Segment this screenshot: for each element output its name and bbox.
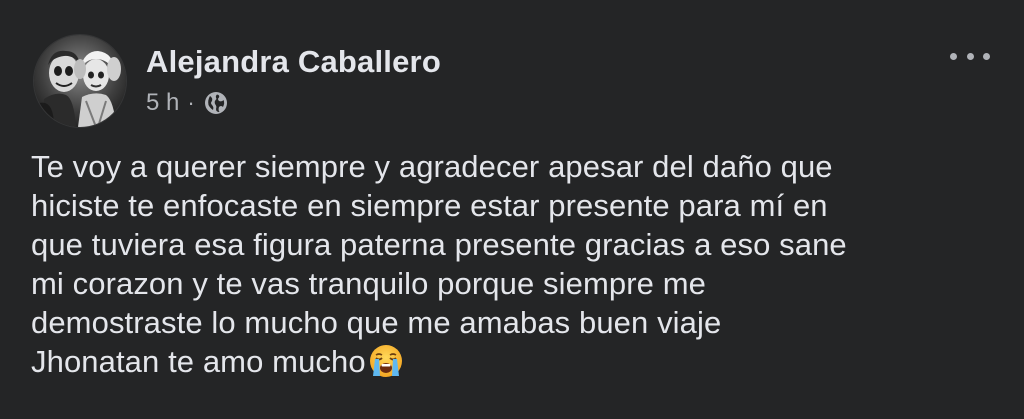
message-line: Te voy a querer siempre y agradecer apes… [31, 149, 833, 184]
post-meta: 5 h · [146, 88, 228, 118]
message-line: que tuviera esa figura paterna presente … [31, 227, 847, 262]
loudly-crying-face-emoji [368, 343, 404, 379]
profile-avatar[interactable] [34, 35, 126, 127]
message-line: demostraste lo mucho que me amabas buen … [31, 305, 722, 340]
message-line: hiciste te enfocaste en siempre estar pr… [31, 188, 828, 223]
more-options-icon[interactable] [950, 44, 990, 68]
meta-separator: · [187, 90, 195, 115]
more-dot [950, 52, 957, 60]
more-dot [966, 52, 974, 60]
globe-icon[interactable] [204, 91, 228, 115]
message-line: mi corazon y te vas tranquilo porque sie… [31, 266, 706, 301]
message-line-last: Jhonatan te amo mucho [31, 342, 1006, 381]
post-message: Te voy a querer siempre y agradecer apes… [31, 147, 1006, 381]
message-line-text: Jhonatan te amo mucho [31, 344, 366, 379]
post-timestamp[interactable]: 5 h [146, 89, 179, 117]
facebook-post: Alejandra Caballero 5 h · Te voy a quere… [0, 0, 1024, 419]
post-author-name[interactable]: Alejandra Caballero [146, 44, 441, 80]
more-dot [983, 52, 990, 60]
